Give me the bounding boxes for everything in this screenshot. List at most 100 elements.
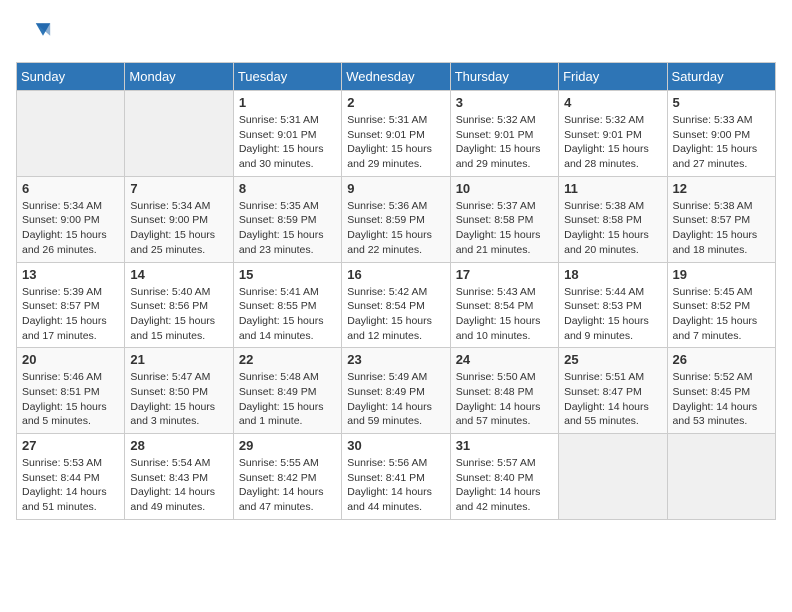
day-info: Sunrise: 5:32 AM Sunset: 9:01 PM Dayligh…: [456, 113, 553, 172]
calendar-day-header: Sunday: [17, 63, 125, 91]
day-number: 28: [130, 438, 227, 453]
calendar-day-header: Wednesday: [342, 63, 450, 91]
calendar-day-header: Tuesday: [233, 63, 341, 91]
calendar-cell: 20 Sunrise: 5:46 AM Sunset: 8:51 PM Dayli…: [17, 348, 125, 434]
day-info: Sunrise: 5:46 AM Sunset: 8:51 PM Dayligh…: [22, 370, 119, 429]
day-info: Sunrise: 5:57 AM Sunset: 8:40 PM Dayligh…: [456, 456, 553, 515]
calendar-cell: 2Sunrise: 5:31 AM Sunset: 9:01 PM Daylig…: [342, 91, 450, 177]
calendar-cell: 5 Sunrise: 5:33 AM Sunset: 9:00 PM Daylig…: [667, 91, 775, 177]
day-number: 11: [564, 181, 661, 196]
calendar-cell: [125, 91, 233, 177]
day-info: Sunrise: 5:51 AM Sunset: 8:47 PM Dayligh…: [564, 370, 661, 429]
calendar-cell: 18 Sunrise: 5:44 AM Sunset: 8:53 PM Dayli…: [559, 262, 667, 348]
calendar-cell: 16 Sunrise: 5:42 AM Sunset: 8:54 PM Dayli…: [342, 262, 450, 348]
calendar-day-header: Thursday: [450, 63, 558, 91]
day-info: Sunrise: 5:54 AM Sunset: 8:43 PM Dayligh…: [130, 456, 227, 515]
calendar-cell: 6Sunrise: 5:34 AM Sunset: 9:00 PM Daylig…: [17, 176, 125, 262]
day-number: 4: [564, 95, 661, 110]
day-number: 6: [22, 181, 119, 196]
calendar-cell: 8 Sunrise: 5:35 AM Sunset: 8:59 PM Daylig…: [233, 176, 341, 262]
calendar-week-row: 6 Sunrise: 5:34 AM Sunset: 9:00 PM Daylig…: [17, 176, 776, 262]
day-number: 24: [456, 352, 553, 367]
day-info: Sunrise: 5:36 AM Sunset: 8:59 PM Dayligh…: [347, 199, 444, 258]
day-number: 7: [130, 181, 227, 196]
calendar-cell: 22 Sunrise: 5:48 AM Sunset: 8:49 PM Dayli…: [233, 348, 341, 434]
day-info: Sunrise: 5:38 AM Sunset: 8:58 PM Dayligh…: [564, 199, 661, 258]
calendar-day-header: Monday: [125, 63, 233, 91]
calendar-cell: 7 Sunrise: 5:34 AM Sunset: 9:00 PM Daylig…: [125, 176, 233, 262]
day-info: Sunrise: 5:45 AM Sunset: 8:52 PM Dayligh…: [673, 285, 770, 344]
day-number: 5: [673, 95, 770, 110]
calendar-cell: 23 Sunrise: 5:49 AM Sunset: 8:49 PM Dayli…: [342, 348, 450, 434]
day-info: Sunrise: 5:41 AM Sunset: 8:55 PM Dayligh…: [239, 285, 336, 344]
day-info: Sunrise: 5:55 AM Sunset: 8:42 PM Dayligh…: [239, 456, 336, 515]
day-number: 8: [239, 181, 336, 196]
calendar-cell: 17 Sunrise: 5:43 AM Sunset: 8:54 PM Dayli…: [450, 262, 558, 348]
day-info: Sunrise: 5:37 AM Sunset: 8:58 PM Dayligh…: [456, 199, 553, 258]
day-info: Sunrise: 5:53 AM Sunset: 8:44 PM Dayligh…: [22, 456, 119, 515]
page-header: [16, 16, 776, 52]
day-number: 23: [347, 352, 444, 367]
day-number: 19: [673, 267, 770, 282]
day-info: Sunrise: 5:33 AM Sunset: 9:00 PM Dayligh…: [673, 113, 770, 172]
calendar-cell: 14Sunrise: 5:40 AM Sunset: 8:56 PM Dayli…: [125, 262, 233, 348]
calendar-week-row: 27 Sunrise: 5:53 AM Sunset: 8:44 PM Dayli…: [17, 434, 776, 520]
day-number: 14: [130, 267, 227, 282]
day-info: Sunrise: 5:32 AM Sunset: 9:01 PM Dayligh…: [564, 113, 661, 172]
day-number: 16: [347, 267, 444, 282]
calendar-cell: 4 Sunrise: 5:32 AM Sunset: 9:01 PM Daylig…: [559, 91, 667, 177]
day-number: 15: [239, 267, 336, 282]
day-number: 17: [456, 267, 553, 282]
calendar-header-row: SundayMondayTuesdayWednesdayThursdayFrid…: [17, 63, 776, 91]
day-info: Sunrise: 5:34 AM Sunset: 9:00 PM Dayligh…: [130, 199, 227, 258]
day-info: Sunrise: 5:42 AM Sunset: 8:54 PM Dayligh…: [347, 285, 444, 344]
day-info: Sunrise: 5:38 AM Sunset: 8:57 PM Dayligh…: [673, 199, 770, 258]
day-number: 31: [456, 438, 553, 453]
day-info: Sunrise: 5:50 AM Sunset: 8:48 PM Dayligh…: [456, 370, 553, 429]
calendar-cell: 1 Sunrise: 5:31 AM Sunset: 9:01 PM Daylig…: [233, 91, 341, 177]
day-number: 18: [564, 267, 661, 282]
calendar-cell: 15 Sunrise: 5:41 AM Sunset: 8:55 PM Dayli…: [233, 262, 341, 348]
calendar-week-row: 13 Sunrise: 5:39 AM Sunset: 8:57 PM Dayli…: [17, 262, 776, 348]
day-number: 22: [239, 352, 336, 367]
calendar-cell: 24 Sunrise: 5:50 AM Sunset: 8:48 PM Dayli…: [450, 348, 558, 434]
calendar-day-header: Saturday: [667, 63, 775, 91]
calendar-cell: 25 Sunrise: 5:51 AM Sunset: 8:47 PM Dayli…: [559, 348, 667, 434]
calendar-cell: 3Sunrise: 5:32 AM Sunset: 9:01 PM Daylig…: [450, 91, 558, 177]
day-info: Sunrise: 5:31 AM Sunset: 9:01 PM Dayligh…: [239, 113, 336, 172]
calendar-cell: 28 Sunrise: 5:54 AM Sunset: 8:43 PM Dayli…: [125, 434, 233, 520]
calendar-cell: 19 Sunrise: 5:45 AM Sunset: 8:52 PM Dayli…: [667, 262, 775, 348]
day-number: 27: [22, 438, 119, 453]
day-number: 30: [347, 438, 444, 453]
day-number: 21: [130, 352, 227, 367]
calendar-table: SundayMondayTuesdayWednesdayThursdayFrid…: [16, 62, 776, 520]
calendar-cell: 21 Sunrise: 5:47 AM Sunset: 8:50 PM Dayli…: [125, 348, 233, 434]
day-info: Sunrise: 5:35 AM Sunset: 8:59 PM Dayligh…: [239, 199, 336, 258]
day-number: 25: [564, 352, 661, 367]
day-info: Sunrise: 5:39 AM Sunset: 8:57 PM Dayligh…: [22, 285, 119, 344]
calendar-cell: [17, 91, 125, 177]
calendar-cell: 10Sunrise: 5:37 AM Sunset: 8:58 PM Dayli…: [450, 176, 558, 262]
day-number: 26: [673, 352, 770, 367]
calendar-cell: 11 Sunrise: 5:38 AM Sunset: 8:58 PM Dayli…: [559, 176, 667, 262]
day-info: Sunrise: 5:44 AM Sunset: 8:53 PM Dayligh…: [564, 285, 661, 344]
day-info: Sunrise: 5:49 AM Sunset: 8:49 PM Dayligh…: [347, 370, 444, 429]
day-number: 12: [673, 181, 770, 196]
calendar-week-row: 20 Sunrise: 5:46 AM Sunset: 8:51 PM Dayli…: [17, 348, 776, 434]
day-info: Sunrise: 5:47 AM Sunset: 8:50 PM Dayligh…: [130, 370, 227, 429]
calendar-cell: 27 Sunrise: 5:53 AM Sunset: 8:44 PM Dayli…: [17, 434, 125, 520]
day-number: 1: [239, 95, 336, 110]
logo: [16, 16, 56, 52]
calendar-cell: 30 Sunrise: 5:56 AM Sunset: 8:41 PM Dayli…: [342, 434, 450, 520]
day-info: Sunrise: 5:43 AM Sunset: 8:54 PM Dayligh…: [456, 285, 553, 344]
day-number: 29: [239, 438, 336, 453]
day-number: 13: [22, 267, 119, 282]
calendar-cell: 9 Sunrise: 5:36 AM Sunset: 8:59 PM Daylig…: [342, 176, 450, 262]
day-number: 2: [347, 95, 444, 110]
day-number: 20: [22, 352, 119, 367]
day-info: Sunrise: 5:56 AM Sunset: 8:41 PM Dayligh…: [347, 456, 444, 515]
day-number: 9: [347, 181, 444, 196]
day-info: Sunrise: 5:52 AM Sunset: 8:45 PM Dayligh…: [673, 370, 770, 429]
day-info: Sunrise: 5:48 AM Sunset: 8:49 PM Dayligh…: [239, 370, 336, 429]
calendar-cell: [559, 434, 667, 520]
